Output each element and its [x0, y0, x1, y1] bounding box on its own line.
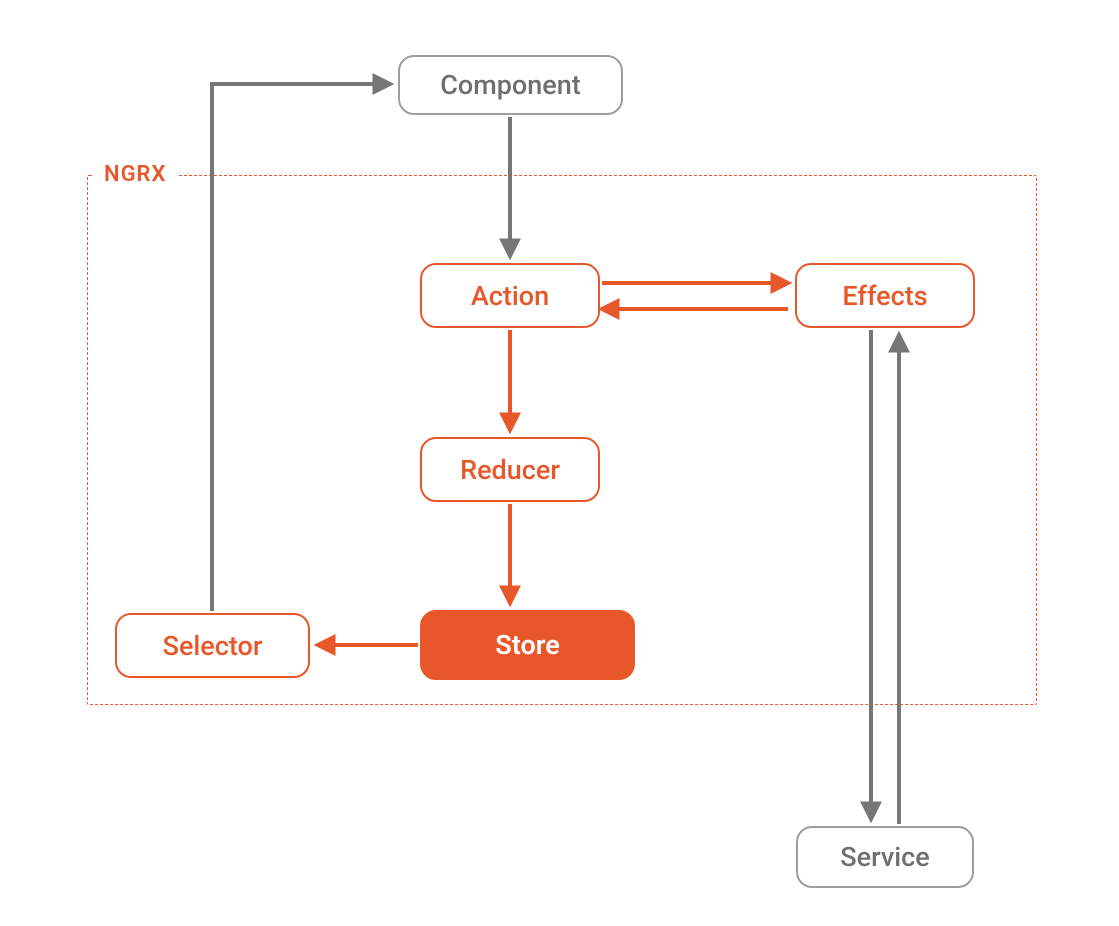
node-label: Service — [840, 841, 929, 873]
node-action: Action — [420, 263, 600, 328]
node-reducer: Reducer — [420, 437, 600, 502]
node-label: Action — [471, 280, 549, 312]
ngrx-flow-diagram: NGRX Component Action Effects Reducer St… — [0, 0, 1119, 926]
ngrx-group-label: NGRX — [92, 160, 178, 189]
node-label: Store — [495, 629, 560, 661]
node-label: Effects — [842, 280, 927, 312]
node-label: Selector — [163, 630, 263, 662]
node-selector: Selector — [115, 613, 310, 678]
node-service: Service — [796, 826, 974, 888]
node-component: Component — [398, 55, 623, 115]
node-label: Component — [440, 69, 580, 101]
node-store: Store — [420, 610, 635, 680]
node-effects: Effects — [795, 263, 975, 328]
node-label: Reducer — [460, 454, 560, 486]
